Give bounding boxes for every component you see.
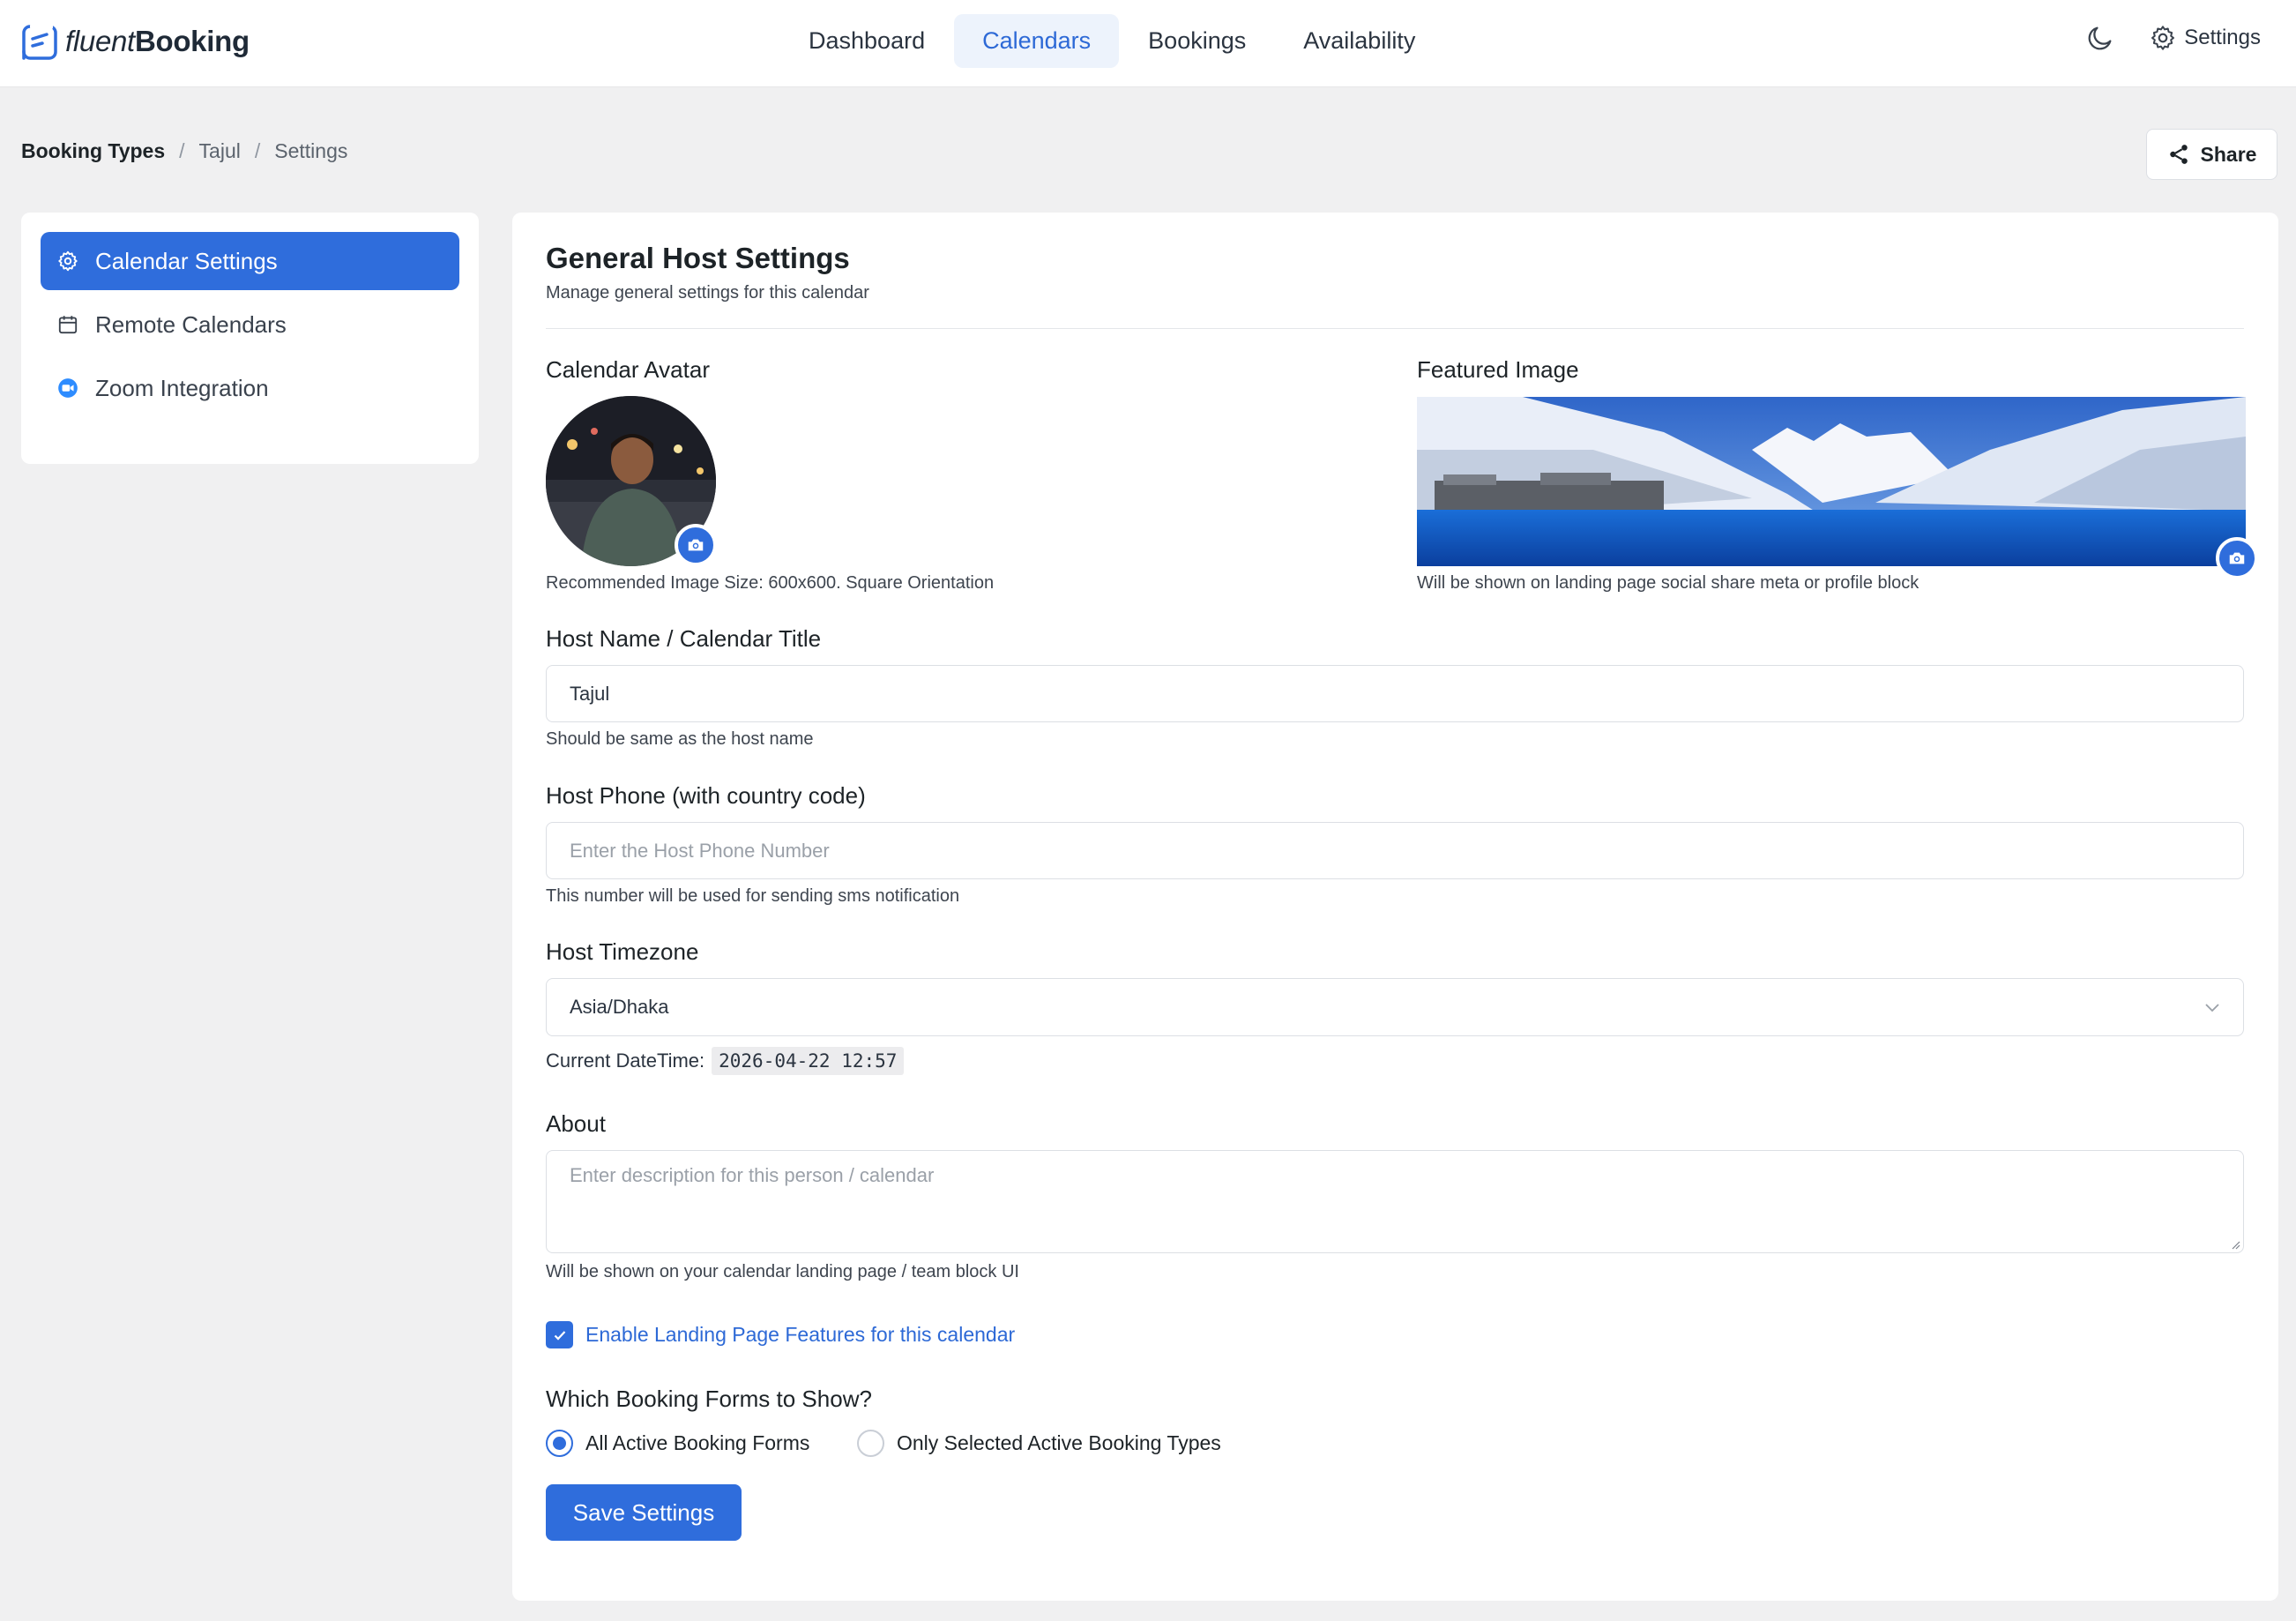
host-phone-label: Host Phone (with country code)	[546, 782, 866, 809]
gear-icon	[2151, 26, 2175, 50]
about-help-text: Will be shown on your calendar landing p…	[546, 1262, 1019, 1281]
settings-panel: General Host Settings Manage general set…	[512, 213, 2278, 1601]
zoom-icon	[58, 378, 78, 398]
gear-icon	[58, 250, 78, 272]
share-button[interactable]: Share	[2146, 129, 2277, 180]
sidebar-item-zoom-integration[interactable]: Zoom Integration	[41, 359, 459, 417]
settings-label: Settings	[2184, 26, 2261, 49]
breadcrumb-calendar[interactable]: Tajul	[199, 139, 241, 163]
breadcrumb-separator: /	[254, 139, 261, 162]
radio-all-active-forms[interactable]	[546, 1430, 573, 1457]
camera-icon	[688, 539, 704, 551]
camera-icon	[2229, 552, 2245, 564]
landing-page-checkbox[interactable]	[546, 1321, 573, 1348]
sidebar-item-label: Remote Calendars	[95, 310, 287, 338]
host-name-input[interactable]: Tajul	[546, 665, 2244, 722]
avatar-label: Calendar Avatar	[546, 356, 710, 383]
fluent-booking-logo-icon	[22, 23, 57, 60]
timezone-selected-value: Asia/Dhaka	[570, 996, 669, 1018]
nav-availability[interactable]: Availability	[1275, 14, 1443, 68]
settings-sidebar: Calendar Settings Remote Calendars Zoom …	[21, 213, 479, 464]
about-textarea[interactable]: Enter description for this person / cale…	[546, 1150, 2244, 1253]
host-phone-input[interactable]: Enter the Host Phone Number	[546, 822, 2244, 879]
booking-forms-label: Which Booking Forms to Show?	[546, 1386, 872, 1412]
breadcrumb: Booking Types / Tajul / Settings	[21, 139, 347, 163]
check-icon	[554, 1330, 565, 1341]
landing-page-checkbox-label[interactable]: Enable Landing Page Features for this ca…	[585, 1323, 1015, 1347]
current-datetime-value: 2026-04-22 12:57	[712, 1047, 905, 1075]
logo-text: fluentBooking	[65, 25, 250, 57]
nav-calendars[interactable]: Calendars	[954, 14, 1120, 68]
host-name-label: Host Name / Calendar Title	[546, 625, 822, 652]
share-icon	[2169, 145, 2188, 164]
host-phone-help-text: This number will be used for sending sms…	[546, 886, 960, 906]
breadcrumb-separator: /	[179, 139, 185, 162]
share-label: Share	[2200, 142, 2257, 166]
current-datetime-label: Current DateTime:	[546, 1050, 705, 1072]
sidebar-item-label: Calendar Settings	[95, 247, 278, 274]
page-title: General Host Settings	[546, 242, 850, 274]
calendar-icon	[58, 316, 78, 334]
nav-bookings[interactable]: Bookings	[1120, 14, 1274, 68]
dark-mode-moon-icon[interactable]	[2085, 23, 2115, 53]
about-label: About	[546, 1110, 606, 1137]
save-settings-button[interactable]: Save Settings	[546, 1484, 742, 1541]
sidebar-item-calendar-settings[interactable]: Calendar Settings	[41, 232, 459, 290]
timezone-select[interactable]: Asia/Dhaka	[546, 978, 2244, 1036]
radio-selected-booking-types-label[interactable]: Only Selected Active Booking Types	[897, 1431, 1221, 1455]
avatar-upload-button[interactable]	[675, 524, 717, 566]
chevron-down-icon	[2205, 1004, 2219, 1012]
sidebar-item-label: Zoom Integration	[95, 374, 269, 401]
resize-handle-icon[interactable]	[2230, 1239, 2240, 1250]
header-divider	[546, 328, 2244, 329]
featured-image-help-text: Will be shown on landing page social sha…	[1417, 573, 1920, 593]
main-nav: Dashboard Calendars Bookings Availabilit…	[780, 14, 1444, 68]
settings-link[interactable]: Settings	[2149, 24, 2261, 52]
nav-dashboard[interactable]: Dashboard	[780, 14, 953, 68]
avatar-help-text: Recommended Image Size: 600x600. Square …	[546, 573, 995, 593]
radio-selected-booking-types[interactable]	[857, 1430, 884, 1457]
current-datetime: Current DateTime: 2026-04-22 12:57	[546, 1047, 905, 1075]
host-name-help-text: Should be same as the host name	[546, 729, 814, 749]
logo[interactable]: fluentBooking	[21, 21, 250, 62]
featured-image-label: Featured Image	[1417, 356, 1579, 383]
breadcrumb-booking-types[interactable]: Booking Types	[21, 139, 165, 163]
timezone-label: Host Timezone	[546, 938, 699, 965]
top-navigation-bar: fluentBooking Dashboard Calendars Bookin…	[0, 0, 2296, 87]
featured-image[interactable]	[1417, 397, 2246, 566]
sidebar-item-remote-calendars[interactable]: Remote Calendars	[41, 295, 459, 354]
featured-image-photo	[1417, 397, 2246, 566]
page-subtitle: Manage general settings for this calenda…	[546, 283, 869, 303]
top-right-actions: Settings	[2085, 23, 2261, 53]
featured-image-upload-button[interactable]	[2216, 537, 2258, 579]
breadcrumb-current: Settings	[274, 139, 348, 162]
radio-all-active-forms-label[interactable]: All Active Booking Forms	[585, 1431, 809, 1455]
